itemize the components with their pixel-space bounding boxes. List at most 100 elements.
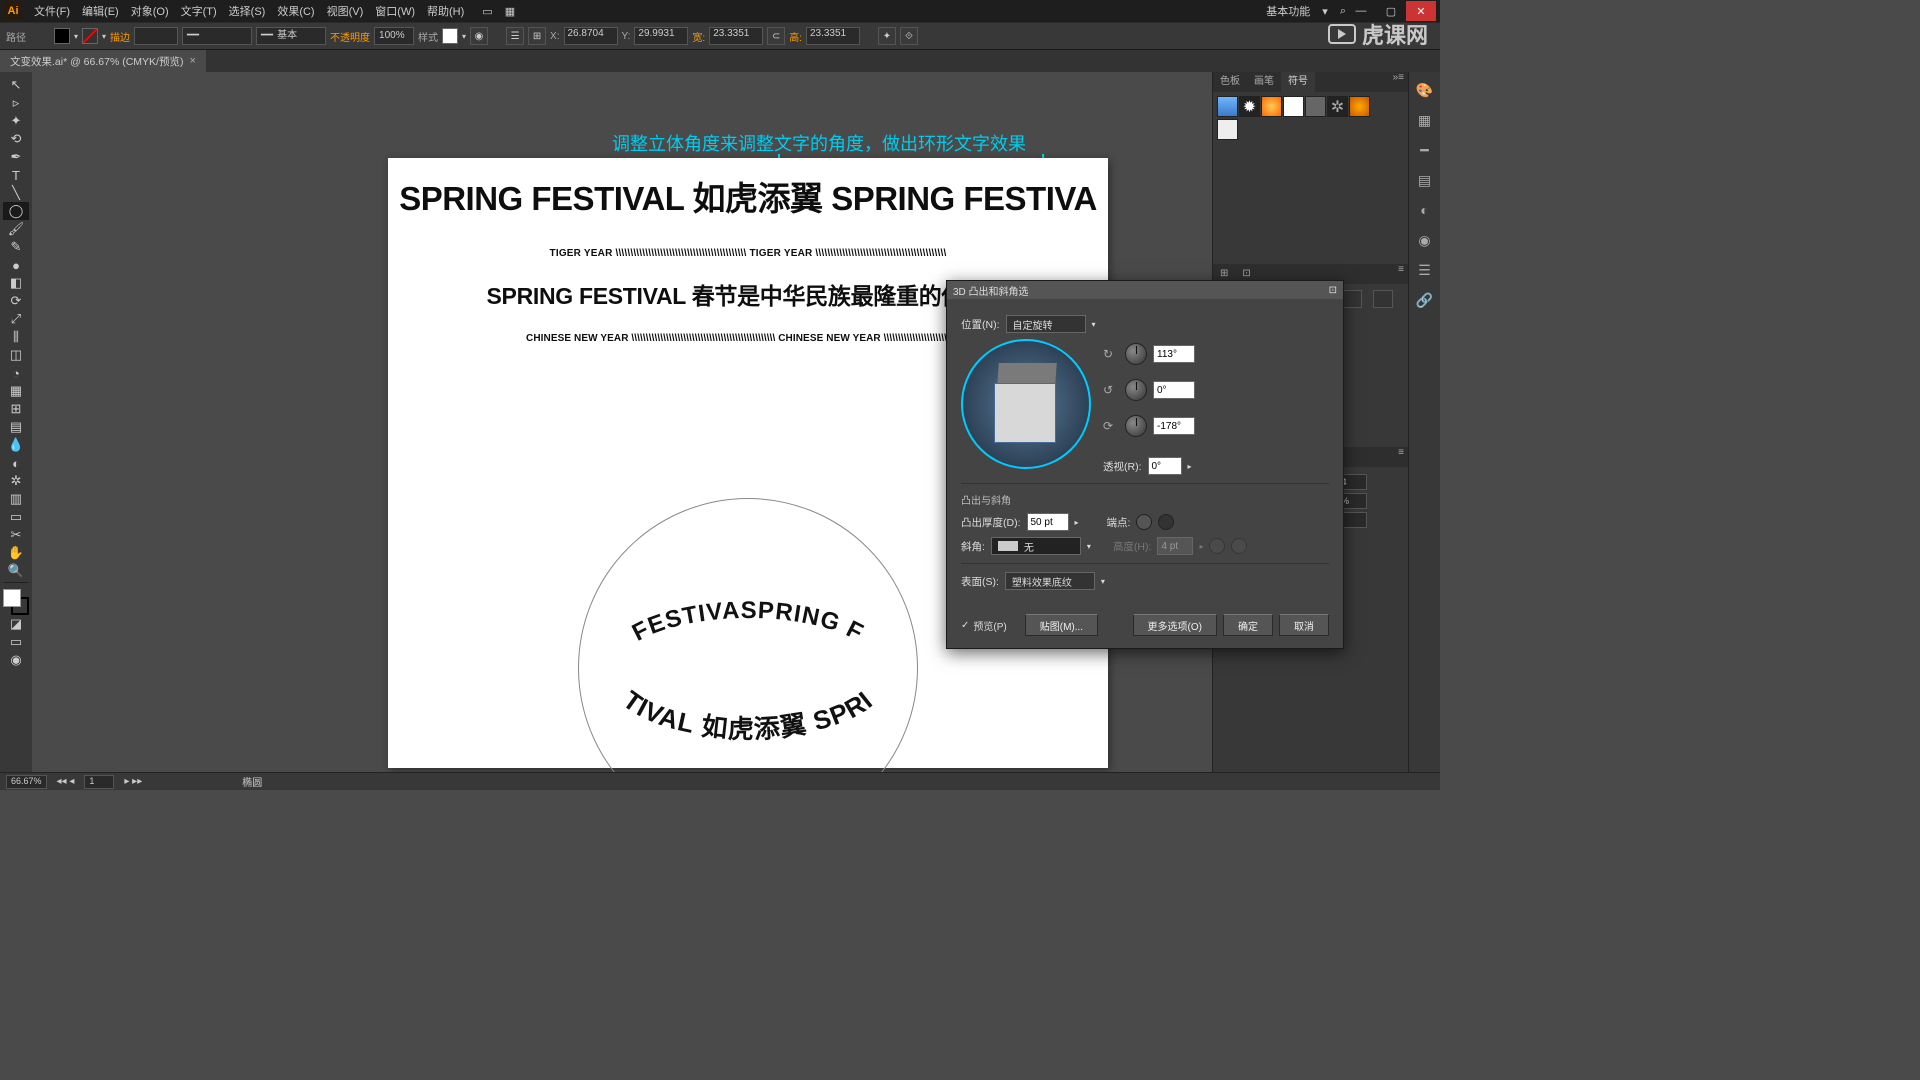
stroke-profile[interactable]: ━━ (182, 27, 252, 45)
gradient-panel-icon[interactable]: ▤ (1415, 170, 1435, 190)
panel-menu-icon[interactable]: ≡ (1394, 264, 1408, 284)
rot-z-field[interactable]: -178° (1153, 417, 1195, 435)
map-art-button[interactable]: 贴图(M)... (1025, 614, 1098, 636)
position-dropdown[interactable]: 自定旋转 (1006, 315, 1086, 333)
panel-menu-icon[interactable]: ≡ (1394, 447, 1408, 467)
bevel-dropdown[interactable]: 无 (991, 537, 1081, 555)
links-panel-icon[interactable]: 🔗 (1415, 290, 1435, 310)
lasso-tool[interactable]: ⟲ (3, 130, 29, 148)
cap-off-icon[interactable] (1158, 514, 1174, 530)
close-tab-icon[interactable]: × (189, 55, 195, 67)
menu-edit[interactable]: 编辑(E) (76, 3, 125, 19)
bridge-icon[interactable]: ▭ (482, 5, 492, 18)
shape-builder-tool[interactable]: ◔ (3, 364, 29, 382)
rot-x-dial[interactable] (1125, 343, 1147, 365)
paintbrush-tool[interactable]: 🖌 (3, 220, 29, 238)
slice-tool[interactable]: ✂ (3, 526, 29, 544)
width-tool[interactable]: ⫼ (3, 328, 29, 346)
artboard-nav-next[interactable]: ▸ ▸▸ (124, 776, 142, 787)
screen-mode-icon[interactable]: ▭ (3, 633, 29, 651)
stroke-label[interactable]: 描边 (110, 29, 130, 44)
rot-y-field[interactable]: 0° (1153, 381, 1195, 399)
menu-object[interactable]: 对象(O) (125, 3, 175, 19)
menu-select[interactable]: 选择(S) (223, 3, 272, 19)
depth-field[interactable]: 50 pt (1027, 513, 1069, 531)
ellipse-tool[interactable]: ◯ (3, 202, 29, 220)
perspective-tool[interactable]: ▦ (3, 382, 29, 400)
pen-tool[interactable]: ✒ (3, 148, 29, 166)
fill-swatch[interactable] (54, 28, 70, 44)
align-bottom[interactable] (1373, 290, 1393, 308)
brush-def[interactable]: ━━ 基本 (256, 27, 326, 45)
gradient-tool[interactable]: ▤ (3, 418, 29, 436)
align-icon[interactable]: ☰ (506, 27, 524, 45)
fill-stroke-indicator[interactable] (3, 589, 29, 615)
opacity-label[interactable]: 不透明度 (330, 29, 370, 44)
rot-z-dial[interactable] (1125, 415, 1147, 437)
column-graph-tool[interactable]: ▥ (3, 490, 29, 508)
tab-brushes[interactable]: 画笔 (1247, 72, 1281, 92)
panel-menu-icon[interactable]: »≡ (1389, 72, 1408, 92)
free-transform-tool[interactable]: ◫ (3, 346, 29, 364)
artboard-number[interactable]: 1 (84, 775, 114, 789)
blob-brush-tool[interactable]: ● (3, 256, 29, 274)
blend-tool[interactable]: ◐ (3, 454, 29, 472)
menu-view[interactable]: 视图(V) (321, 3, 370, 19)
color-panel-icon[interactable]: 🎨 (1415, 80, 1435, 100)
more-icon[interactable]: ⟐ (900, 27, 918, 45)
swatch-item[interactable] (1349, 96, 1370, 117)
menu-help[interactable]: 帮助(H) (421, 3, 470, 19)
dialog-titlebar[interactable]: 3D 凸出和斜角选 ⊡ (947, 281, 1343, 299)
link-wh-icon[interactable]: ⊂ (767, 27, 785, 45)
rot-x-field[interactable]: 113° (1153, 345, 1195, 363)
stroke-panel-icon[interactable]: ━ (1415, 140, 1435, 160)
menu-type[interactable]: 文字(T) (175, 3, 223, 19)
swatches-panel-icon[interactable]: ▦ (1415, 110, 1435, 130)
hand-tool[interactable]: ✋ (3, 544, 29, 562)
magic-wand-tool[interactable]: ✦ (3, 112, 29, 130)
w-field[interactable]: 23.3351 (709, 27, 763, 45)
eraser-tool[interactable]: ◧ (3, 274, 29, 292)
zoom-tool[interactable]: 🔍 (3, 562, 29, 580)
dialog-close-icon[interactable]: ⊡ (1329, 285, 1337, 296)
artboard-tool[interactable]: ▭ (3, 508, 29, 526)
scale-tool[interactable]: ⤢ (3, 310, 29, 328)
menu-window[interactable]: 窗口(W) (369, 3, 421, 19)
swatch-item[interactable] (1217, 96, 1238, 117)
draw-mode-icon[interactable]: ◉ (3, 651, 29, 669)
mesh-tool[interactable]: ⊞ (3, 400, 29, 418)
shape-icon[interactable]: ✦ (878, 27, 896, 45)
menu-file[interactable]: 文件(F) (28, 3, 76, 19)
swatch-item[interactable] (1283, 96, 1304, 117)
y-field[interactable]: 29.9931 (634, 27, 688, 45)
more-options-button[interactable]: 更多选项(O) (1133, 614, 1217, 636)
swatch-item[interactable] (1261, 96, 1282, 117)
opacity-value[interactable]: 100% (374, 27, 414, 45)
layers-panel-icon[interactable]: ☰ (1415, 260, 1435, 280)
eyedropper-tool[interactable]: 💧 (3, 436, 29, 454)
zoom-field[interactable]: 66.67% (6, 775, 47, 789)
workspace-selector[interactable]: 基本功能 (1258, 3, 1318, 19)
appearance-panel-icon[interactable]: ◉ (1415, 230, 1435, 250)
rotate-tool[interactable]: ⟳ (3, 292, 29, 310)
type-tool[interactable]: T (3, 166, 29, 184)
ok-button[interactable]: 确定 (1223, 614, 1273, 636)
x-field[interactable]: 26.8704 (564, 27, 618, 45)
transform-grid-icon[interactable]: ⊞ (528, 27, 546, 45)
transparency-panel-icon[interactable]: ◐ (1415, 200, 1435, 220)
cancel-button[interactable]: 取消 (1279, 614, 1329, 636)
cap-on-icon[interactable] (1136, 514, 1152, 530)
pencil-tool[interactable]: ✎ (3, 238, 29, 256)
h-field[interactable]: 23.3351 (806, 27, 860, 45)
style-swatch[interactable] (442, 28, 458, 44)
perspective-field[interactable]: 0° (1148, 457, 1182, 475)
surface-dropdown[interactable]: 塑料效果底纹 (1005, 572, 1095, 590)
tab-symbols[interactable]: 符号 (1281, 72, 1315, 92)
swatch-item[interactable] (1305, 96, 1326, 117)
swatch-item[interactable] (1217, 119, 1238, 140)
menu-effect[interactable]: 效果(C) (271, 3, 320, 19)
preview-checkbox[interactable]: ✓预览(P) (961, 618, 1007, 633)
align-vcenter[interactable] (1342, 290, 1362, 308)
stroke-swatch[interactable] (82, 28, 98, 44)
tab-swatches[interactable]: 色板 (1213, 72, 1247, 92)
